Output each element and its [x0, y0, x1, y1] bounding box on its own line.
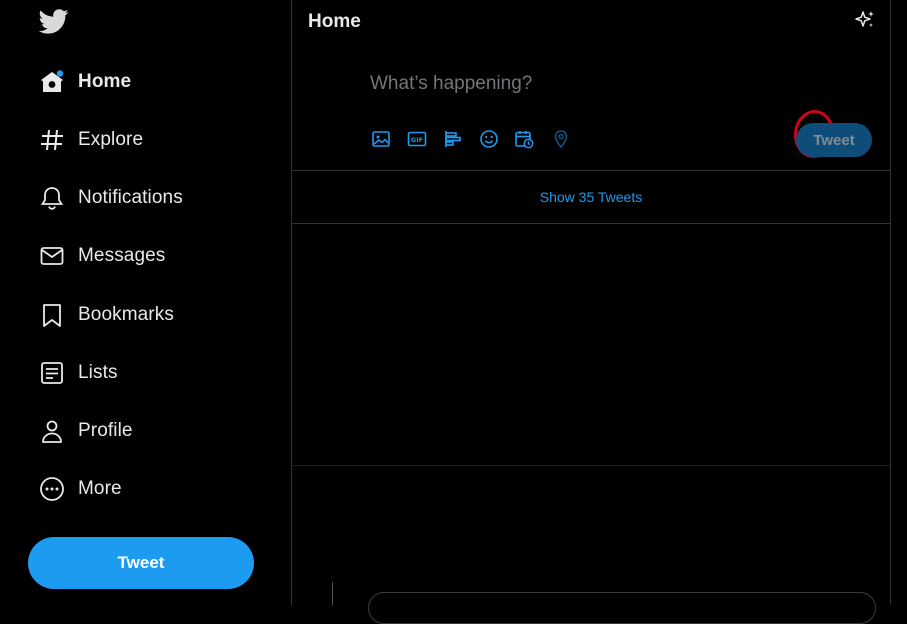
twitter-bird-icon[interactable] [38, 6, 70, 36]
sidebar-item-profile[interactable]: Profile [30, 406, 270, 456]
sidebar-item-more[interactable]: More [30, 464, 270, 514]
home-icon [30, 68, 76, 96]
sidebar-item-label: More [78, 478, 122, 499]
sidebar-item-label: Notifications [78, 187, 183, 208]
divider [292, 223, 890, 224]
bookmark-icon [30, 301, 76, 329]
sidebar-item-label: Profile [78, 420, 133, 441]
sidebar-item-label: Explore [78, 129, 144, 150]
image-icon[interactable] [371, 129, 391, 149]
emoji-icon[interactable] [479, 129, 499, 149]
sidebar-tweet-button[interactable]: Tweet [28, 537, 254, 589]
sidebar-item-label: Bookmarks [78, 304, 174, 325]
hashtag-icon [30, 126, 76, 154]
sidebar: Home Explore Notifications Messages Book… [0, 0, 291, 605]
thread-line [332, 582, 333, 605]
page-title: Home [308, 11, 361, 32]
list-icon [30, 359, 76, 387]
sidebar-item-explore[interactable]: Explore [30, 115, 270, 165]
envelope-icon [30, 242, 76, 270]
location-icon[interactable] [551, 129, 571, 149]
more-circle-icon [30, 475, 76, 503]
sidebar-item-label: Messages [78, 245, 166, 266]
bell-icon [30, 184, 76, 212]
compose-input[interactable]: What’s happening? [370, 73, 532, 95]
sidebar-item-notifications[interactable]: Notifications [30, 173, 270, 223]
sidebar-item-label: Lists [78, 362, 118, 383]
divider [292, 465, 890, 466]
tweet-card-preview[interactable] [368, 592, 876, 624]
sidebar-item-label: Home [78, 71, 132, 92]
sidebar-item-bookmarks[interactable]: Bookmarks [30, 290, 270, 340]
svg-text:GIF: GIF [411, 136, 423, 144]
show-new-tweets-link[interactable]: Show 35 Tweets [292, 171, 890, 223]
sidebar-item-home[interactable]: Home [30, 57, 270, 107]
sidebar-item-messages[interactable]: Messages [30, 231, 270, 281]
schedule-icon[interactable] [514, 129, 534, 149]
gif-icon[interactable]: GIF [407, 129, 427, 149]
sidebar-item-lists[interactable]: Lists [30, 348, 270, 398]
person-icon [30, 417, 76, 445]
main-timeline: Home What’s happening? GIF Tweet Show 35… [291, 0, 891, 624]
poll-icon[interactable] [443, 129, 463, 149]
sparkle-icon[interactable] [854, 9, 876, 31]
compose-tweet-button[interactable]: Tweet [796, 123, 872, 157]
